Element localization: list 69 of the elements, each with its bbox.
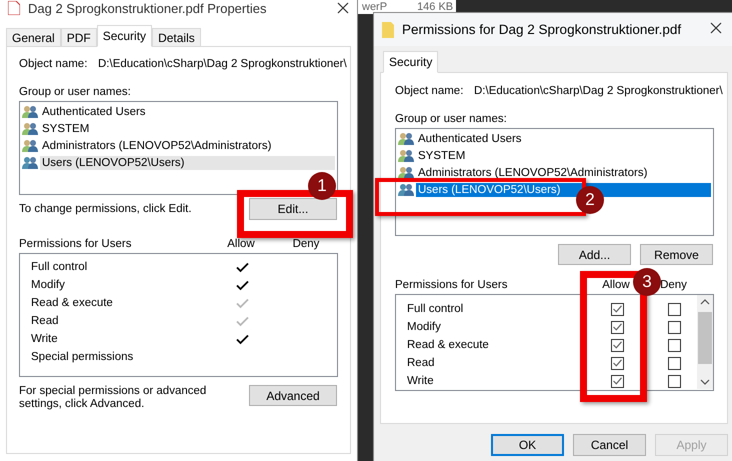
users-icon	[398, 182, 414, 196]
tab[interactable]: Details	[152, 28, 201, 47]
window-title: Permissions for Dag 2 Sprogkonstruktioner.pdf	[402, 22, 682, 37]
deny-checkbox[interactable]	[668, 356, 681, 370]
allow-checkbox[interactable]	[610, 338, 624, 352]
allow-checkbox[interactable]	[610, 320, 624, 334]
file-list-text: werP	[362, 1, 388, 13]
add-button[interactable]: Add...	[558, 244, 631, 265]
allow-checkbox[interactable]	[610, 356, 624, 370]
user-list-item[interactable]: Users (LENOVOP52\Users)	[40, 156, 335, 170]
window-title: Dag 2 Sprogkonstruktioner.pdf Properties	[28, 0, 268, 16]
user-list-item[interactable]: SYSTEM	[416, 148, 711, 162]
users-icon	[398, 132, 414, 146]
user-list-item[interactable]: SYSTEM	[40, 122, 335, 136]
object-name-label: Object name:	[395, 85, 464, 97]
column-header: Allow	[601, 279, 631, 291]
permission-name: Modify	[31, 279, 66, 291]
user-list-item[interactable]: Administrators (LENOVOP52\Administrators)	[40, 138, 335, 152]
group-label: Group or user names:	[395, 113, 507, 125]
permission-name: Write	[31, 333, 59, 345]
tab[interactable]: Security	[96, 25, 152, 47]
permission-name: Modify	[407, 321, 442, 333]
dialog-button[interactable]: OK	[491, 434, 564, 456]
edit-button[interactable]: Edit...	[249, 198, 337, 220]
users-icon	[22, 138, 38, 152]
deny-checkbox[interactable]	[668, 338, 681, 352]
advanced-button[interactable]: Advanced	[249, 385, 337, 406]
close-icon[interactable]	[710, 22, 722, 34]
deny-checkbox[interactable]	[668, 374, 681, 388]
allow-checkbox[interactable]	[610, 302, 624, 316]
advanced-hint: For special permissions or advanced settings, click Advanced.	[19, 385, 208, 411]
permission-name: Special permissions	[31, 351, 134, 363]
column-header: Allow	[226, 238, 256, 250]
object-name-value: D:\Education\cSharp\Dag 2 Sprogkonstruktioner\	[98, 58, 347, 70]
permissions-label: Permissions for Users	[395, 279, 508, 291]
permission-name: Read & execute	[31, 297, 114, 309]
scrollbar[interactable]	[697, 295, 713, 389]
allow-checkbox[interactable]	[610, 374, 624, 388]
permissions-label: Permissions for Users	[19, 238, 132, 250]
users-icon	[22, 104, 38, 118]
user-list-item[interactable]: Authenticated Users	[40, 104, 335, 118]
folder-icon	[382, 22, 394, 38]
permission-name: Read	[407, 357, 436, 369]
users-icon	[22, 156, 38, 170]
permission-name: Read	[31, 315, 60, 327]
users-icon	[398, 166, 414, 180]
edit-hint: To change permissions, click Edit.	[19, 203, 192, 215]
object-name-label: Object name:	[19, 58, 88, 70]
permission-name: Read & execute	[407, 339, 490, 351]
permission-name: Full control	[407, 303, 464, 315]
deny-checkbox[interactable]	[668, 302, 681, 316]
permission-name: Write	[407, 375, 435, 387]
tab[interactable]: General	[6, 28, 61, 47]
tab[interactable]: PDF	[60, 28, 97, 47]
object-name-value: D:\Education\cSharp\Dag 2 Sprogkonstruktioner\	[474, 85, 723, 97]
users-icon	[22, 122, 38, 136]
column-header: Deny	[292, 238, 320, 250]
user-list-item[interactable]: Authenticated Users	[416, 132, 711, 146]
remove-button[interactable]: Remove	[640, 244, 713, 265]
permission-name: Full control	[31, 261, 88, 273]
file-list-text: 146 KB	[417, 1, 454, 13]
group-label: Group or user names:	[19, 86, 131, 98]
column-header: Deny	[659, 279, 688, 291]
users-icon	[398, 148, 414, 162]
close-icon[interactable]	[337, 2, 349, 14]
tab[interactable]: Security	[383, 51, 438, 73]
dialog-button[interactable]: Cancel	[573, 434, 646, 456]
user-list-item[interactable]: Administrators (LENOVOP52\Administrators)	[416, 166, 711, 180]
deny-checkbox[interactable]	[668, 320, 681, 334]
